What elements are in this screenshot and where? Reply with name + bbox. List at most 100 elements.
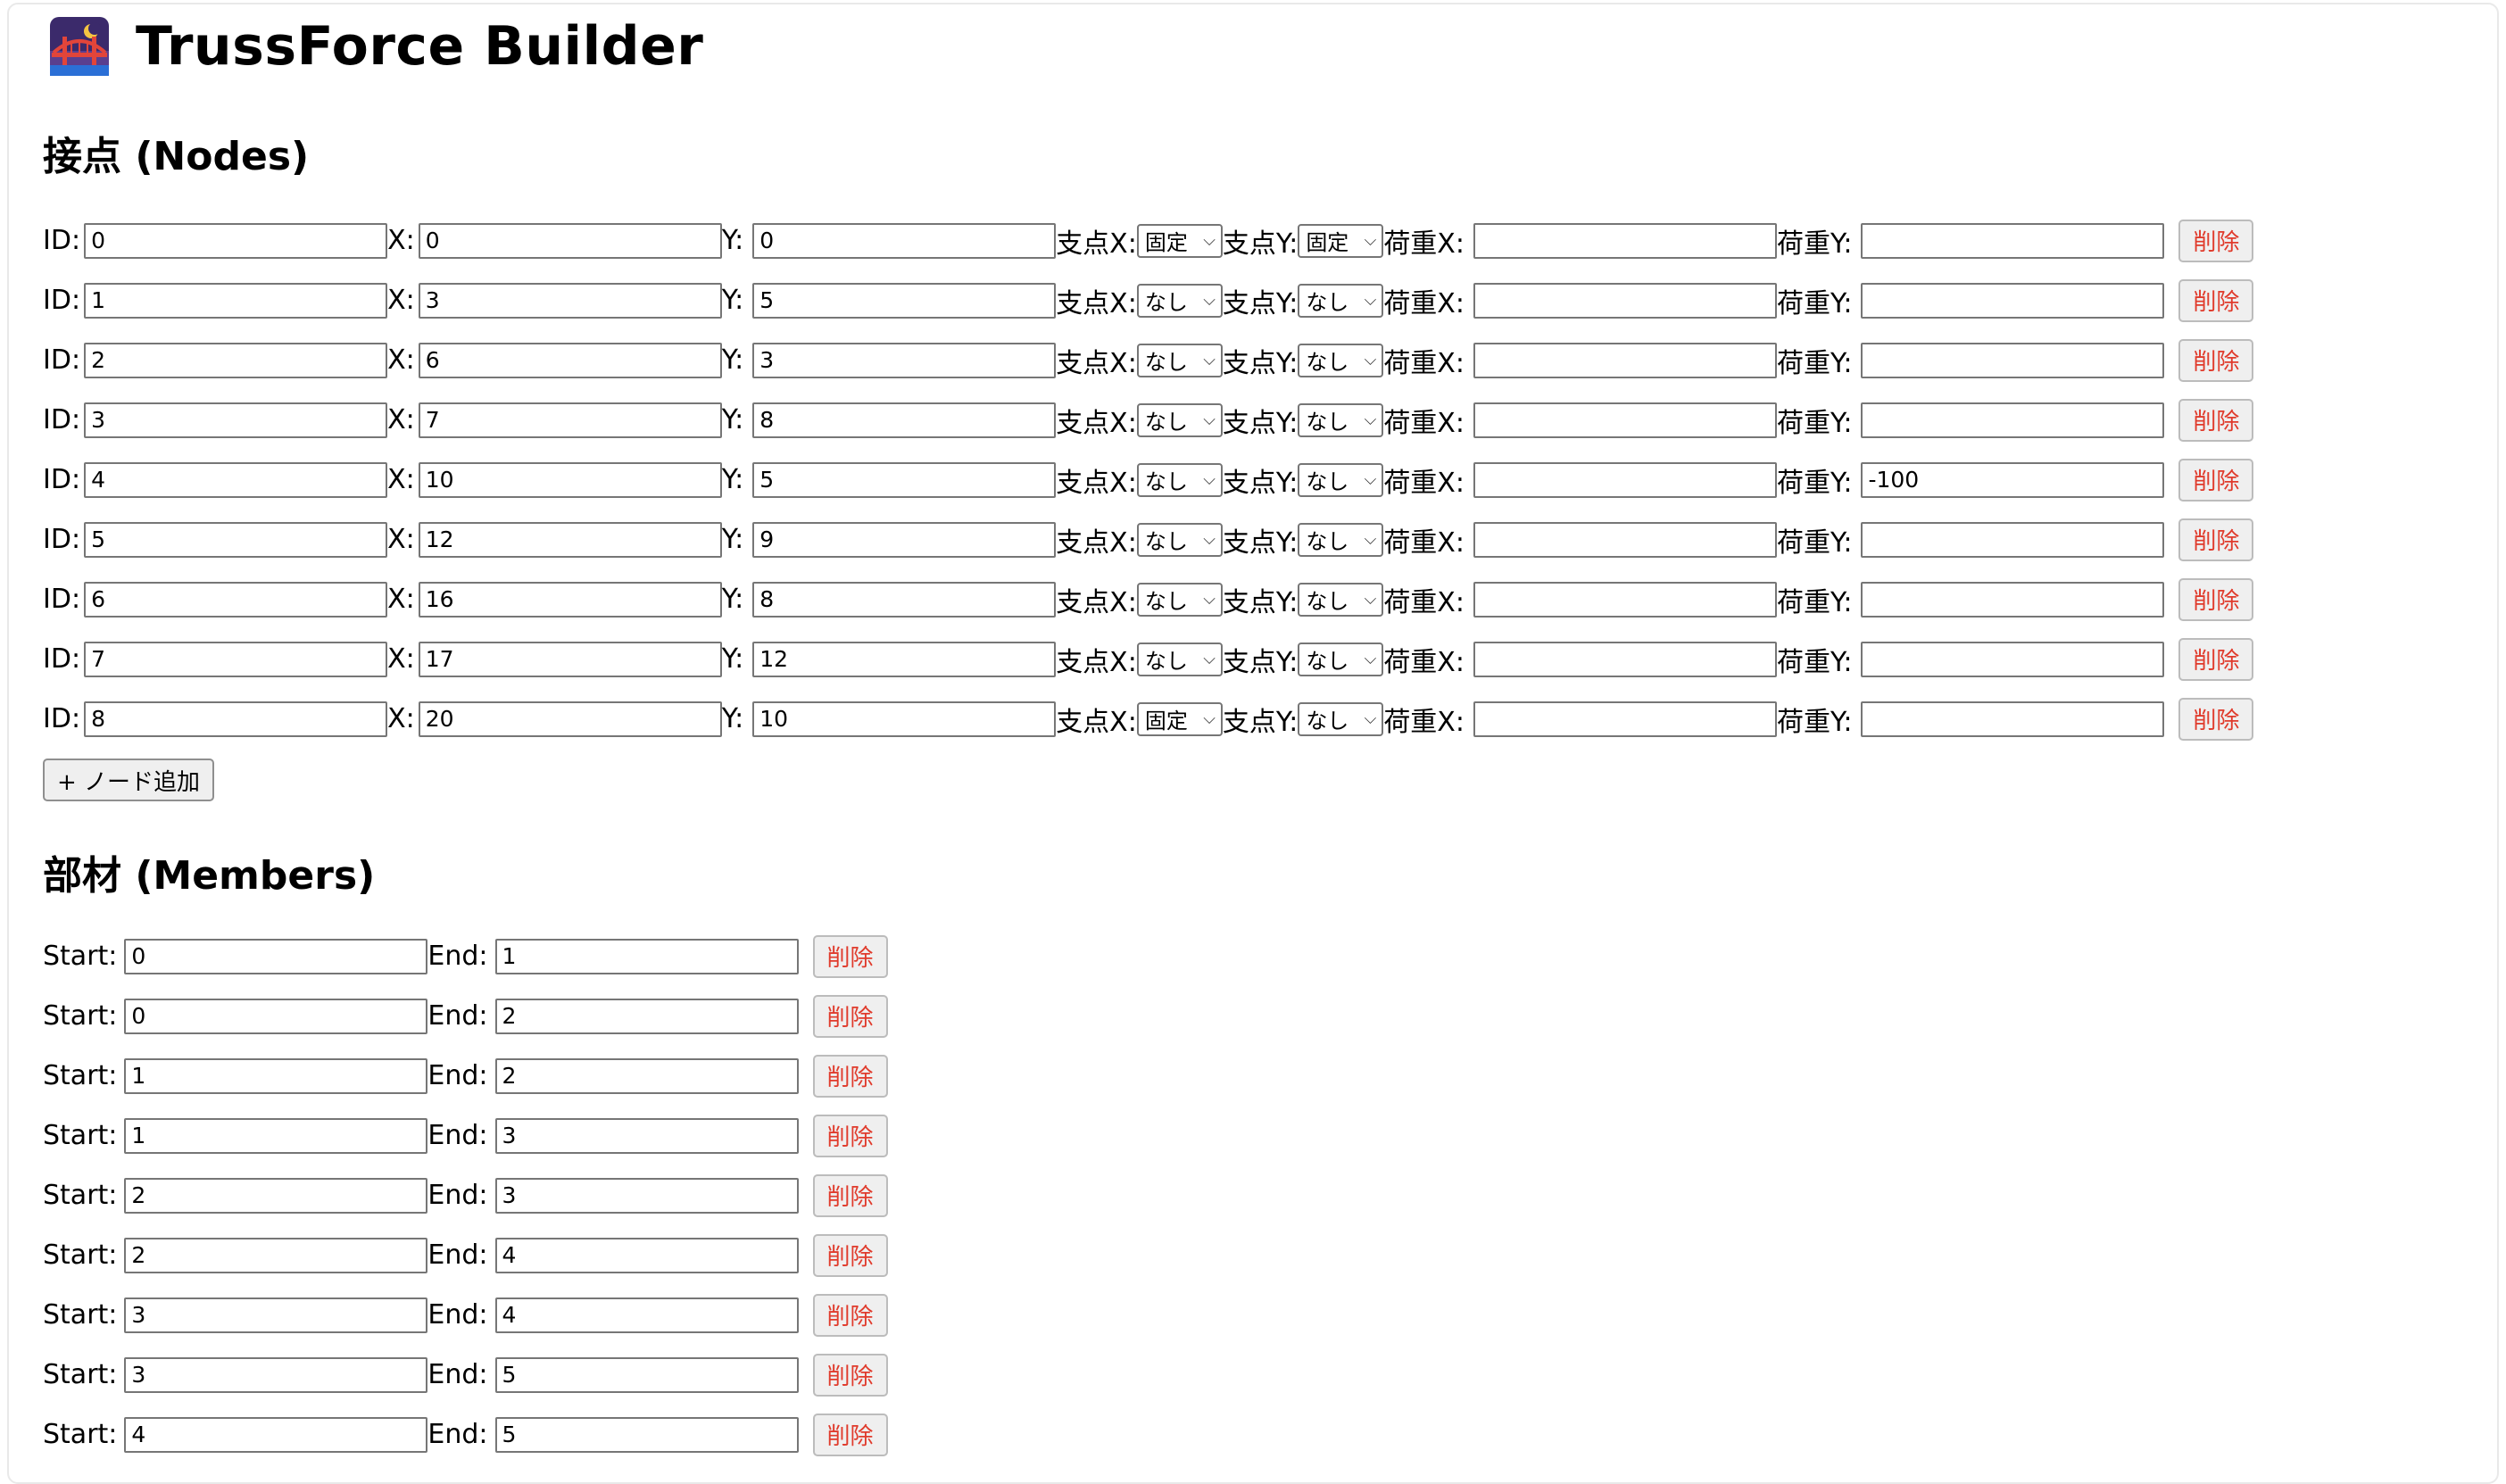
support-y-select[interactable]: なし ⌵ [1298, 522, 1384, 557]
delete-node-button[interactable]: 削除 [2178, 398, 2254, 442]
delete-node-button[interactable]: 削除 [2178, 219, 2254, 262]
load-x-input[interactable] [1473, 222, 1777, 259]
node-y-input[interactable] [752, 641, 1057, 677]
node-x-input[interactable] [418, 641, 722, 677]
delete-member-button[interactable]: 削除 [812, 934, 888, 978]
delete-member-button[interactable]: 削除 [812, 1173, 888, 1217]
node-x-input[interactable] [418, 521, 722, 558]
node-id-input[interactable] [84, 461, 388, 498]
node-id-input[interactable] [84, 402, 388, 438]
member-start-input[interactable] [124, 1177, 428, 1214]
delete-node-button[interactable]: 削除 [2178, 518, 2254, 561]
member-end-input[interactable] [494, 1057, 799, 1094]
load-x-input[interactable] [1473, 701, 1777, 737]
member-start-input[interactable] [124, 1057, 428, 1094]
load-x-input[interactable] [1473, 461, 1777, 498]
load-y-input[interactable] [1861, 521, 2165, 558]
member-end-input[interactable] [494, 938, 799, 974]
support-x-select[interactable]: なし ⌵ [1136, 642, 1223, 676]
load-y-input[interactable] [1861, 282, 2165, 319]
node-y-input[interactable] [752, 282, 1057, 319]
node-x-input[interactable] [418, 282, 722, 319]
member-start-input[interactable] [124, 938, 428, 974]
node-x-input[interactable] [418, 461, 722, 498]
support-y-select[interactable]: なし ⌵ [1298, 462, 1384, 497]
support-y-select[interactable]: なし ⌵ [1298, 582, 1384, 617]
support-x-select[interactable]: なし ⌵ [1136, 582, 1223, 617]
support-x-select[interactable]: 固定 ⌵ [1136, 223, 1223, 258]
member-start-input[interactable] [124, 1117, 428, 1154]
support-x-select[interactable]: なし ⌵ [1136, 343, 1223, 377]
member-start-input[interactable] [124, 1237, 428, 1273]
member-start-input[interactable] [124, 1356, 428, 1393]
member-end-input[interactable] [494, 1297, 799, 1333]
delete-node-button[interactable]: 削除 [2178, 697, 2254, 741]
node-id-input[interactable] [84, 282, 388, 319]
support-x-select[interactable]: なし ⌵ [1136, 522, 1223, 557]
node-y-input[interactable] [752, 222, 1057, 259]
load-y-input[interactable] [1861, 581, 2165, 618]
load-x-input[interactable] [1473, 521, 1777, 558]
delete-node-button[interactable]: 削除 [2178, 338, 2254, 382]
delete-node-button[interactable]: 削除 [2178, 458, 2254, 502]
support-x-select[interactable]: 固定 ⌵ [1136, 701, 1223, 736]
node-y-input[interactable] [752, 402, 1057, 438]
node-id-input[interactable] [84, 222, 388, 259]
node-id-input[interactable] [84, 581, 388, 618]
member-end-input[interactable] [494, 1416, 799, 1453]
load-x-input[interactable] [1473, 282, 1777, 319]
add-node-button[interactable]: + ノード追加 [43, 759, 215, 801]
delete-member-button[interactable]: 削除 [812, 1233, 888, 1277]
delete-member-button[interactable]: 削除 [812, 1293, 888, 1337]
load-y-input[interactable] [1861, 222, 2165, 259]
member-end-input[interactable] [494, 998, 799, 1034]
member-start-input[interactable] [124, 1297, 428, 1333]
load-y-input[interactable] [1861, 342, 2165, 378]
node-id-input[interactable] [84, 641, 388, 677]
delete-member-button[interactable]: 削除 [812, 1353, 888, 1397]
load-y-input[interactable] [1861, 402, 2165, 438]
member-end-input[interactable] [494, 1177, 799, 1214]
load-x-input[interactable] [1473, 402, 1777, 438]
load-y-input[interactable] [1861, 641, 2165, 677]
support-y-select[interactable]: なし ⌵ [1298, 283, 1384, 318]
node-x-input[interactable] [418, 701, 722, 737]
node-x-input[interactable] [418, 342, 722, 378]
node-y-input[interactable] [752, 342, 1057, 378]
node-id-input[interactable] [84, 701, 388, 737]
support-x-select[interactable]: なし ⌵ [1136, 402, 1223, 437]
node-x-input[interactable] [418, 222, 722, 259]
node-x-input[interactable] [418, 402, 722, 438]
delete-node-button[interactable]: 削除 [2178, 577, 2254, 621]
delete-member-button[interactable]: 削除 [812, 1413, 888, 1456]
member-end-input[interactable] [494, 1356, 799, 1393]
node-y-input[interactable] [752, 521, 1057, 558]
support-y-select[interactable]: なし ⌵ [1298, 701, 1384, 736]
member-start-input[interactable] [124, 998, 428, 1034]
load-y-input[interactable] [1861, 461, 2165, 498]
support-y-select[interactable]: なし ⌵ [1298, 402, 1384, 437]
load-y-input[interactable] [1861, 701, 2165, 737]
delete-node-button[interactable]: 削除 [2178, 278, 2254, 322]
support-y-select[interactable]: なし ⌵ [1298, 343, 1384, 377]
load-x-input[interactable] [1473, 641, 1777, 677]
delete-member-button[interactable]: 削除 [812, 994, 888, 1038]
member-end-input[interactable] [494, 1237, 799, 1273]
node-id-input[interactable] [84, 521, 388, 558]
support-x-select[interactable]: なし ⌵ [1136, 462, 1223, 497]
load-x-input[interactable] [1473, 342, 1777, 378]
node-id-input[interactable] [84, 342, 388, 378]
support-y-select[interactable]: なし ⌵ [1298, 642, 1384, 676]
member-start-input[interactable] [124, 1416, 428, 1453]
node-y-input[interactable] [752, 461, 1057, 498]
support-x-select[interactable]: なし ⌵ [1136, 283, 1223, 318]
delete-member-button[interactable]: 削除 [812, 1054, 888, 1098]
node-y-input[interactable] [752, 581, 1057, 618]
delete-node-button[interactable]: 削除 [2178, 637, 2254, 681]
support-y-select[interactable]: 固定 ⌵ [1298, 223, 1384, 258]
delete-member-button[interactable]: 削除 [812, 1114, 888, 1157]
load-x-input[interactable] [1473, 581, 1777, 618]
member-end-input[interactable] [494, 1117, 799, 1154]
node-x-input[interactable] [418, 581, 722, 618]
node-y-input[interactable] [752, 701, 1057, 737]
